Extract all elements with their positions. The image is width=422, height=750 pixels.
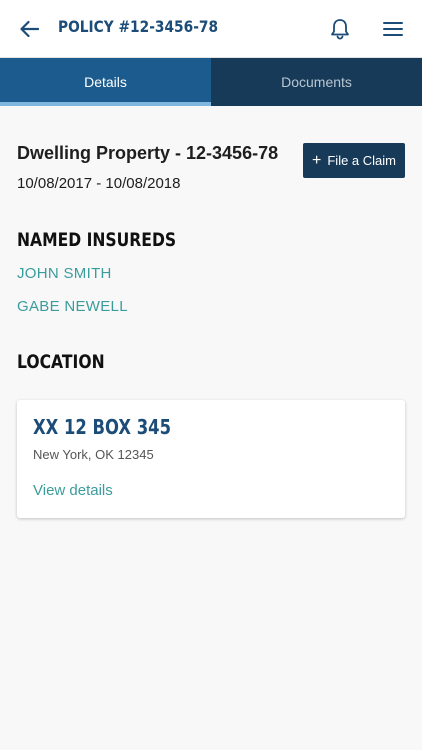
tab-bar: Details Documents xyxy=(0,58,422,106)
page-title: POLICY #12-3456-78 xyxy=(58,17,219,36)
notifications-button[interactable] xyxy=(328,16,352,42)
arrow-left-icon xyxy=(20,20,39,38)
policy-name: Dwelling Property - 12-3456-78 xyxy=(17,143,279,163)
location-card: XX 12 BOX 345 New York, OK 12345 View de… xyxy=(17,400,405,518)
view-details-link[interactable]: View details xyxy=(33,482,113,499)
app-header: POLICY #12-3456-78 xyxy=(0,0,422,58)
menu-button[interactable] xyxy=(381,18,405,40)
file-claim-label: File a Claim xyxy=(327,153,396,168)
plus-icon: + xyxy=(312,151,322,169)
location-address: XX 12 BOX 345 xyxy=(33,415,171,439)
tab-details[interactable]: Details xyxy=(0,58,211,106)
insured-name[interactable]: JOHN SMITH xyxy=(17,265,112,282)
hamburger-menu-icon xyxy=(383,22,403,36)
insured-name[interactable]: GABE NEWELL xyxy=(17,298,128,315)
tab-documents[interactable]: Documents xyxy=(211,58,422,106)
back-button[interactable] xyxy=(16,17,42,41)
policy-dates: 10/08/2017 - 10/08/2018 xyxy=(17,175,181,192)
location-heading: LOCATION xyxy=(17,351,105,373)
bell-icon xyxy=(331,19,349,40)
location-city: New York, OK 12345 xyxy=(33,447,154,462)
named-insureds-heading: NAMED INSUREDS xyxy=(17,229,177,251)
file-claim-button[interactable]: + File a Claim xyxy=(303,143,405,178)
